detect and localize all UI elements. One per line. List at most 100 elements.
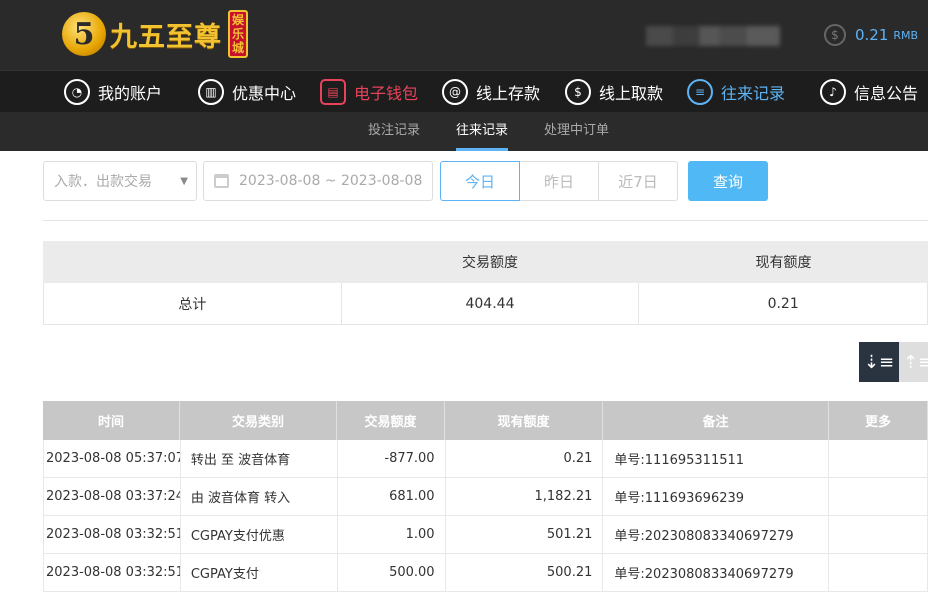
column-header-more: 更多 (829, 401, 928, 440)
cell-amount: 500.00 (338, 554, 446, 591)
column-header-time: 时间 (43, 401, 180, 440)
cell-type: CGPAY支付 (181, 554, 338, 591)
logo-badge: 娱 乐 城 (228, 10, 248, 58)
quick-date-group: 今日 昨日 近7日 (440, 161, 678, 201)
cell-note: 单号:202308083340697279 (603, 516, 830, 553)
top-bar: 5 九五至尊 娱 乐 城 $ 0.21 RMB (0, 0, 928, 70)
user-icon: ◔ (64, 79, 90, 105)
cell-balance: 500.21 (446, 554, 604, 591)
nav-item-label: 我的账户 (98, 84, 163, 103)
sort-asc-icon: ⇡≡ (903, 351, 928, 373)
cell-note: 单号:202308083340697279 (603, 554, 830, 591)
cell-time: 2023-08-08 05:37:07 (44, 440, 181, 477)
select-value: 入款．出款交易 (54, 174, 152, 190)
wallet-icon: ▤ (320, 79, 346, 105)
summary-total-balance: 0.21 (638, 283, 927, 324)
nav-item-label: 优惠中心 (232, 84, 297, 103)
deposit-icon: @ (442, 79, 468, 105)
date-range-input[interactable]: 2023-08-08 ~ 2023-08-08 (203, 161, 433, 201)
cell-balance: 0.21 (446, 440, 604, 477)
cell-more[interactable] (829, 440, 928, 477)
nav-item-label: 信息公告 (854, 84, 919, 103)
column-header-amount: 交易额度 (337, 401, 445, 440)
cell-time: 2023-08-08 03:37:24 (44, 478, 181, 515)
cell-more[interactable] (829, 554, 928, 591)
cell-type: 转出 至 波音体育 (181, 440, 338, 477)
nav-item-label: 电子钱包 (354, 84, 419, 103)
logo-badge-char: 城 (231, 41, 244, 55)
summary-header: 交易额度 现有额度 (43, 241, 928, 283)
gift-icon: ▥ (198, 79, 224, 105)
date-range-value: 2023-08-08 ~ 2023-08-08 (239, 173, 423, 189)
main-nav: ◔ 我的账户 ▥ 优惠中心 ▤ 电子钱包 @ 线上存款 $ 线上取款 ≡ 往来记… (0, 70, 928, 112)
cell-balance: 1,182.21 (446, 478, 604, 515)
summary-header-cell: 交易额度 (462, 255, 518, 271)
query-button[interactable]: 查询 (688, 161, 768, 201)
summary-total-amount: 404.44 (340, 283, 639, 324)
account-balance: $ 0.21 RMB (824, 22, 918, 48)
cell-more[interactable] (829, 516, 928, 553)
blurred-username (646, 26, 780, 46)
cell-amount: 681.00 (338, 478, 446, 515)
cell-amount: 1.00 (338, 516, 446, 553)
last-7-days-button[interactable]: 近7日 (598, 161, 678, 201)
logo-text: 九五至尊 (110, 21, 222, 53)
table-header: 时间 交易类别 交易额度 现有额度 备注 更多 (43, 401, 928, 440)
nav-item-ewallet[interactable]: ▤ 电子钱包 (320, 71, 418, 113)
logo[interactable]: 5 九五至尊 娱 乐 城 (62, 8, 248, 60)
sort-desc-button[interactable]: ⇣≡ (859, 342, 899, 382)
sub-nav: 投注记录 往来记录 处理中订单 (0, 112, 928, 151)
table-row: 2023-08-08 03:37:24 由 波音体育 转入 681.00 1,1… (43, 478, 928, 516)
nav-item-records[interactable]: ≡ 往来记录 (687, 71, 785, 113)
column-header-balance: 现有额度 (445, 401, 603, 440)
cell-type: CGPAY支付优惠 (181, 516, 338, 553)
records-table: 时间 交易类别 交易额度 现有额度 备注 更多 2023-08-08 05:37… (43, 401, 928, 592)
table-row: 2023-08-08 03:32:51 CGPAY支付优惠 1.00 501.2… (43, 516, 928, 554)
logo-mark: 5 (62, 12, 106, 56)
records-icon: ≡ (687, 79, 713, 105)
nav-item-label: 线上取款 (599, 84, 664, 103)
logo-badge-char: 乐 (231, 27, 244, 41)
summary-header-cell: 现有额度 (755, 255, 812, 271)
sort-desc-icon: ⇣≡ (863, 351, 895, 373)
tab-transactions[interactable]: 往来记录 (456, 112, 509, 151)
nav-item-account[interactable]: ◔ 我的账户 (64, 71, 162, 113)
nav-item-label: 线上存款 (476, 84, 541, 103)
table-row: 2023-08-08 05:37:07 转出 至 波音体育 -877.00 0.… (43, 440, 928, 478)
nav-item-label: 往来记录 (721, 84, 786, 103)
logo-badge-char: 娱 (231, 13, 244, 27)
summary-total-label: 总计 (178, 296, 207, 313)
bell-icon: ♪ (820, 79, 846, 105)
transaction-type-select[interactable]: 入款．出款交易 ▼ (43, 161, 197, 201)
column-header-note: 备注 (603, 401, 829, 440)
divider (43, 220, 928, 221)
nav-item-promotions[interactable]: ▥ 优惠中心 (198, 71, 296, 113)
cell-type: 由 波音体育 转入 (181, 478, 338, 515)
withdraw-icon: $ (565, 79, 591, 105)
nav-item-withdraw[interactable]: $ 线上取款 (565, 71, 663, 113)
today-button[interactable]: 今日 (440, 161, 520, 201)
summary-table: 交易额度 现有额度 总计 404.44 0.21 (43, 241, 928, 325)
summary-header-cell (43, 241, 341, 283)
tab-pending-orders[interactable]: 处理中订单 (544, 112, 609, 151)
summary-row: 总计 404.44 0.21 (43, 283, 928, 325)
balance-currency: RMB (893, 28, 919, 42)
balance-value: 0.21 (855, 26, 889, 44)
column-header-type: 交易类别 (180, 401, 337, 440)
coin-icon: $ (824, 24, 846, 46)
cell-note: 单号:111695311511 (603, 440, 830, 477)
nav-item-deposit[interactable]: @ 线上存款 (442, 71, 540, 113)
cell-more[interactable] (829, 478, 928, 515)
tab-bet-records[interactable]: 投注记录 (368, 112, 420, 151)
cell-time: 2023-08-08 03:32:51 (44, 554, 181, 591)
yesterday-button[interactable]: 昨日 (519, 161, 599, 201)
nav-item-announcements[interactable]: ♪ 信息公告 (820, 71, 918, 113)
table-row: 2023-08-08 03:32:51 CGPAY支付 500.00 500.2… (43, 554, 928, 592)
sort-asc-button[interactable]: ⇡≡ (899, 342, 928, 382)
cell-note: 单号:111693696239 (603, 478, 830, 515)
cell-amount: -877.00 (338, 440, 446, 477)
cell-time: 2023-08-08 03:32:51 (44, 516, 181, 553)
cell-balance: 501.21 (446, 516, 604, 553)
calendar-icon (214, 174, 229, 188)
caret-down-icon: ▼ (180, 176, 188, 187)
